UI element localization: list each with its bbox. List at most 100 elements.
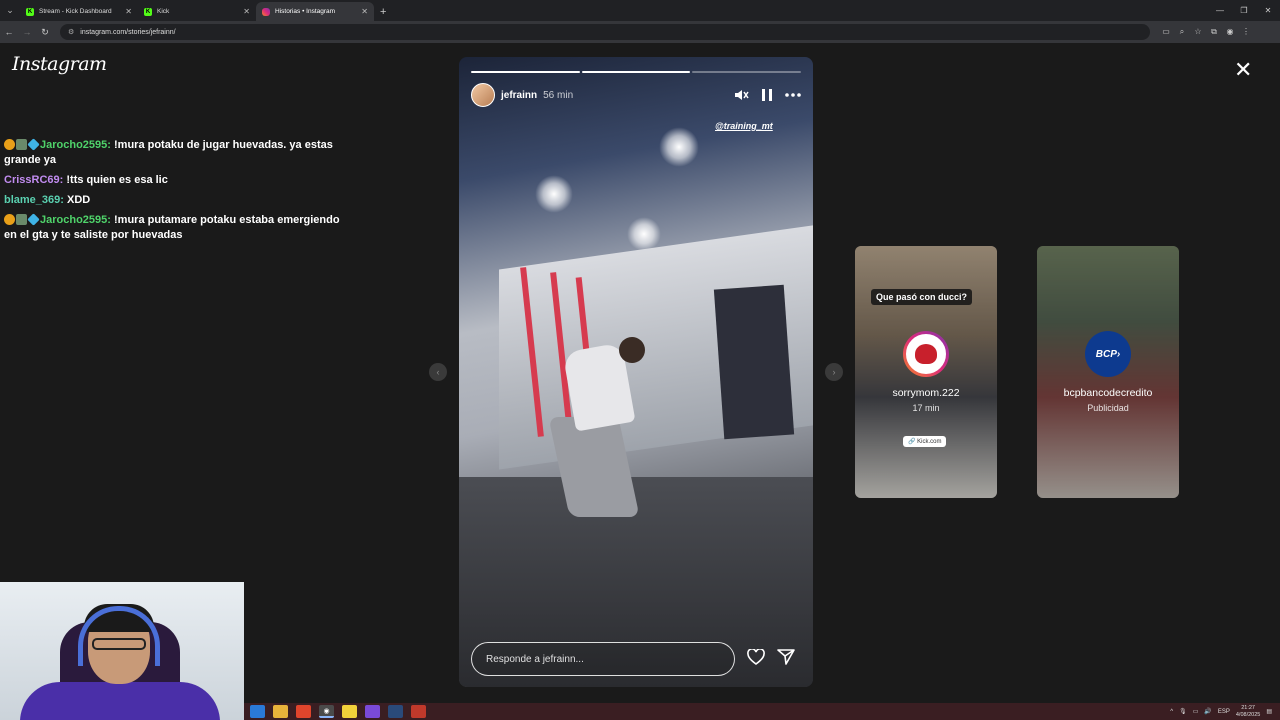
microphone-icon[interactable]: 🎙 — [1179, 708, 1187, 715]
preview-avatar: BCP› — [1085, 331, 1131, 377]
chat-text: !tts quien es esa lic — [63, 174, 168, 186]
chat-message: Jarocho2595: !mura putamare potaku estab… — [4, 213, 340, 241]
gem-badge-icon — [27, 138, 40, 151]
story-viewer[interactable]: jefrainn 56 min @training_mt — [459, 57, 813, 687]
record-icon[interactable] — [411, 705, 426, 718]
mention-sticker[interactable]: @training_mt — [715, 121, 773, 131]
chat-username: blame_369 — [4, 194, 61, 206]
previous-story-button[interactable]: ‹ — [429, 363, 447, 381]
chat-username: Jarocho2595 — [40, 214, 108, 226]
tab-kick-dashboard[interactable]: K Stream - Kick Dashboard ✕ — [20, 2, 138, 21]
story-avatar[interactable] — [471, 83, 495, 107]
tab-close-icon[interactable]: ✕ — [243, 7, 250, 16]
site-info-icon[interactable]: ⚙ — [68, 28, 74, 36]
ceiling-light — [535, 175, 573, 213]
reply-input[interactable] — [471, 642, 735, 676]
chat-username: Jarocho2595 — [40, 139, 108, 151]
preview-username: bcpbancodecredito — [1063, 387, 1153, 399]
steam-icon[interactable] — [388, 705, 403, 718]
heart-avatar-icon — [915, 344, 937, 364]
tab-instagram-stories[interactable]: Historias • Instagram ✕ — [256, 2, 374, 21]
tab-kick[interactable]: K Kick ✕ — [138, 2, 256, 21]
menu-dots-icon[interactable]: ⋮ — [1238, 27, 1254, 37]
sub-badge-icon — [4, 139, 15, 150]
chrome-icon[interactable]: ◉ — [319, 705, 334, 718]
progress-segment — [581, 71, 691, 73]
volume-icon[interactable]: 🔊 — [1204, 708, 1211, 715]
story-preview-card[interactable]: BCP› bcpbancodecredito Publicidad — [1037, 246, 1179, 498]
story-reply-bar — [471, 642, 801, 676]
bcp-logo: BCP› — [1085, 331, 1131, 377]
close-window-icon[interactable]: ✕ — [1256, 0, 1280, 21]
back-icon[interactable]: ← — [0, 27, 18, 37]
browser-toolbar: ← → ↻ ⚙ instagram.com/stories/jefrainn/ … — [0, 21, 1280, 43]
chat-badges — [4, 213, 40, 226]
story-controls — [733, 87, 801, 103]
sticky-notes-icon[interactable] — [342, 705, 357, 718]
bookmark-star-icon[interactable]: ☆ — [1190, 27, 1206, 37]
close-icon[interactable]: ✕ — [1234, 59, 1252, 81]
tray-expand-icon[interactable]: ^ — [1170, 709, 1173, 715]
tab-close-icon[interactable]: ✕ — [361, 7, 368, 16]
send-icon[interactable] — [777, 648, 795, 670]
preview-avatar — [903, 331, 949, 377]
minimize-icon[interactable]: — — [1208, 0, 1232, 21]
next-story-button[interactable]: › — [825, 363, 843, 381]
link-sticker-text: Kick.com — [917, 439, 942, 445]
kick-icon: K — [144, 7, 152, 16]
maximize-icon[interactable]: ❐ — [1232, 0, 1256, 21]
progress-segment — [692, 71, 802, 73]
ceiling-light — [659, 127, 699, 167]
tab-title: Kick — [157, 8, 170, 15]
preview-age: 17 min — [912, 403, 940, 413]
window-controls: — ❐ ✕ — [1208, 0, 1280, 21]
system-tray: ^ 🎙 ▭ 🔊 ESP 21:27 4/08/2025 ▤ — [1170, 703, 1272, 720]
gifter-badge-icon — [16, 139, 27, 150]
extensions-icon[interactable]: ⧉ — [1206, 27, 1222, 37]
language-indicator[interactable]: ESP — [1218, 709, 1230, 715]
clock[interactable]: 21:27 4/08/2025 — [1236, 705, 1260, 719]
reload-icon[interactable]: ↻ — [36, 27, 54, 38]
tab-close-icon[interactable]: ✕ — [125, 7, 132, 16]
profile-icon[interactable]: ◉ — [1222, 27, 1238, 37]
chat-message: Jarocho2595: !mura potaku de jugar hueva… — [4, 138, 333, 166]
story-preview-card[interactable]: Que pasó con ducci? sorrymom.222 17 min … — [855, 246, 997, 498]
sponsored-label: Publicidad — [1087, 403, 1129, 413]
progress-segment — [471, 71, 580, 73]
gem-badge-icon — [27, 213, 40, 226]
clock-date: 4/08/2025 — [1235, 711, 1261, 718]
outlook-icon[interactable] — [250, 705, 265, 718]
heart-icon[interactable] — [747, 647, 765, 670]
notifications-icon[interactable]: ▤ — [1266, 708, 1272, 715]
tab-title: Stream - Kick Dashboard — [39, 8, 112, 15]
chat-username: CrissRC69 — [4, 174, 60, 186]
obs-icon[interactable] — [365, 705, 380, 718]
sub-badge-icon — [4, 214, 15, 225]
address-bar[interactable]: ⚙ instagram.com/stories/jefrainn/ — [60, 24, 1150, 40]
preview-username: sorrymom.222 — [892, 387, 960, 399]
new-tab-button[interactable]: + — [380, 2, 386, 21]
network-icon[interactable]: ▭ — [1193, 708, 1199, 715]
fighter-head — [619, 337, 645, 363]
file-explorer-icon[interactable] — [273, 705, 288, 718]
taskbar-apps: ◉ — [250, 703, 426, 720]
cast-icon[interactable]: ▭ — [1158, 27, 1174, 37]
zoom-icon[interactable]: ⌕ — [1174, 27, 1190, 37]
chat-badges — [4, 138, 40, 151]
tab-title: Historias • Instagram — [275, 8, 336, 15]
brave-icon[interactable] — [296, 705, 311, 718]
chat-message: blame_369: XDD — [4, 194, 91, 206]
instagram-icon — [262, 7, 270, 16]
forward-icon[interactable]: → — [18, 27, 36, 37]
browser-tab-strip: ⌄ K Stream - Kick Dashboard ✕ K Kick ✕ H… — [0, 0, 1280, 21]
tab-search-icon[interactable]: ⌄ — [0, 0, 20, 21]
story-username[interactable]: jefrainn — [501, 90, 537, 101]
screen: ⌄ K Stream - Kick Dashboard ✕ K Kick ✕ H… — [0, 0, 1280, 720]
link-sticker: 🔗 Kick.com — [903, 436, 947, 447]
instagram-logo[interactable]: Instagram — [12, 53, 107, 75]
story-header: jefrainn 56 min — [471, 83, 801, 107]
more-options-icon[interactable] — [785, 93, 801, 97]
pause-icon[interactable] — [761, 88, 773, 102]
gifter-badge-icon — [16, 214, 27, 225]
muted-speaker-icon[interactable] — [733, 87, 749, 103]
